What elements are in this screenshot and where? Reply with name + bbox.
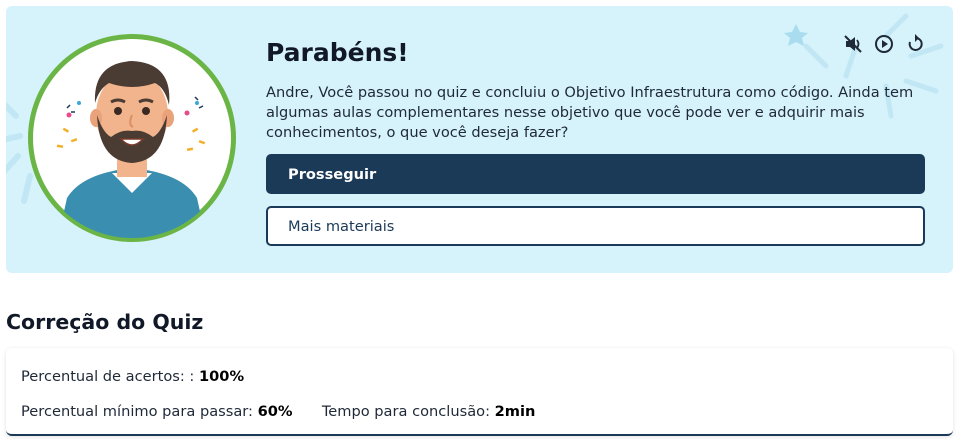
replay-icon[interactable] [904,33,926,55]
congratulations-banner: Parabéns! Andre, Você passou no quiz e c… [6,6,953,273]
accuracy-value: 100% [199,368,245,385]
continue-button[interactable]: Prosseguir [266,154,925,194]
mute-icon[interactable] [842,33,864,55]
accuracy-label: Percentual de acertos: : [21,368,195,385]
congratulations-message: Andre, Você passou no quiz e concluiu o … [266,84,914,141]
quiz-correction-title: Correção do Quiz [6,310,204,334]
more-materials-button[interactable]: Mais materiais [266,206,925,246]
accuracy-row: Percentual de acertos: : 100% [21,368,244,385]
completion-time-label: Tempo para conclusão: [321,403,490,420]
pass-time-row: Percentual mínimo para passar: 60% Tempo… [21,403,535,420]
play-circle-icon[interactable] [873,33,895,55]
completion-time-value: 2min [494,403,536,420]
avatar [27,33,237,243]
min-pass-value: 60% [257,403,293,420]
media-controls [842,33,932,57]
quiz-results-card: Percentual de acertos: : 100% Percentual… [6,348,953,436]
congratulations-title: Parabéns! [266,38,409,67]
min-pass-label: Percentual mínimo para passar: [21,403,253,420]
